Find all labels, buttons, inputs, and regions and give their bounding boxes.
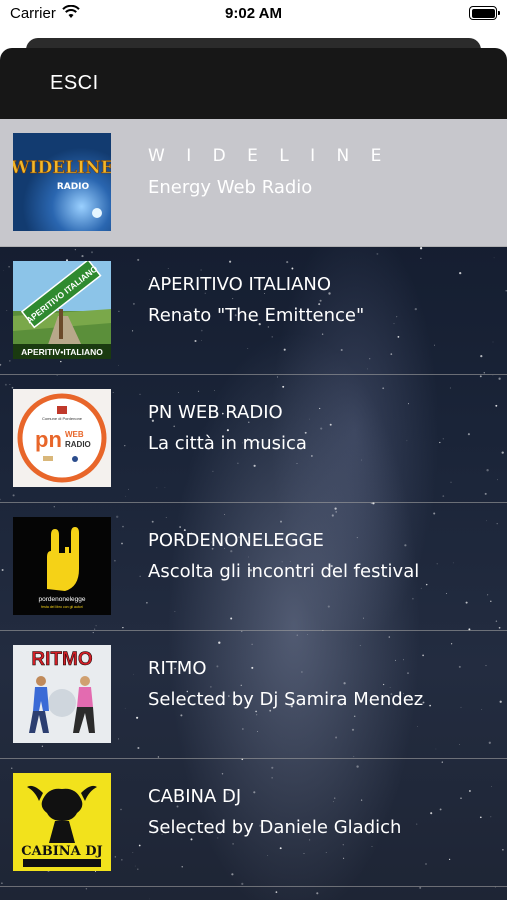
svg-text:Comune di Pordenone: Comune di Pordenone	[42, 416, 83, 421]
svg-text:WIDELINE: WIDELINE	[13, 158, 111, 178]
station-row-aperitivo-italiano[interactable]: APERITIVO ITALIANO APERITIV•ITALIANO APE…	[0, 247, 507, 375]
station-row-ritmo[interactable]: RITMO RITMO Selected by Dj Samira Mendez	[0, 631, 507, 759]
svg-text:pn: pn	[35, 427, 62, 452]
station-title: APERITIVO ITALIANO	[148, 274, 332, 295]
station-subtitle: La città in musica	[148, 433, 307, 454]
station-row-pordenonelegge[interactable]: pordenonelegge festa del libro con gli a…	[0, 503, 507, 631]
svg-text:APERITIV•ITALIANO: APERITIV•ITALIANO	[21, 347, 103, 357]
navigation-bar: ESCI	[0, 48, 507, 119]
exit-button[interactable]: ESCI	[50, 72, 99, 95]
battery-icon	[469, 6, 500, 20]
station-title: RITMO	[148, 658, 207, 679]
ritmo-logo: RITMO	[13, 645, 111, 743]
pn-web-radio-logo: Comune di Pordenone pn WEB RADIO	[13, 389, 111, 487]
station-title: PN WEB RADIO	[148, 402, 283, 423]
svg-text:RITMO: RITMO	[31, 649, 92, 670]
svg-text:RADIO: RADIO	[65, 440, 91, 449]
station-list[interactable]: WIDELINE RADIO W I D E L I N E Energy We…	[0, 119, 507, 900]
station-title: W I D E L I N E	[148, 146, 390, 166]
pordenonelegge-logo: pordenonelegge festa del libro con gli a…	[13, 517, 111, 615]
svg-text:RADIO: RADIO	[57, 182, 90, 192]
svg-text:pordenonelegge: pordenonelegge	[39, 596, 86, 603]
svg-text:CABINA DJ: CABINA DJ	[21, 844, 102, 859]
station-title: CABINA DJ	[148, 786, 242, 807]
svg-text:festa del libro con gli autori: festa del libro con gli autori	[41, 605, 83, 609]
station-subtitle: Energy Web Radio	[148, 177, 313, 198]
station-row-wideline[interactable]: WIDELINE RADIO W I D E L I N E Energy We…	[0, 119, 507, 247]
station-row-cabina-dj[interactable]: CABINA DJ CABINA DJ Selected by Daniele …	[0, 759, 507, 887]
station-subtitle: Selected by Daniele Gladich	[148, 817, 402, 838]
station-subtitle: Ascolta gli incontri del festival	[148, 561, 420, 582]
cabina-dj-logo: CABINA DJ	[13, 773, 111, 871]
svg-text:WEB: WEB	[65, 430, 84, 439]
status-bar: Carrier 9:02 AM	[0, 0, 507, 30]
wideline-logo: WIDELINE RADIO	[13, 133, 111, 231]
station-row-pn-web-radio[interactable]: Comune di Pordenone pn WEB RADIO PN WEB …	[0, 375, 507, 503]
station-title: PORDENONELEGGE	[148, 530, 324, 551]
aperitivo-italiano-logo: APERITIVO ITALIANO APERITIV•ITALIANO	[13, 261, 111, 359]
clock: 9:02 AM	[225, 5, 282, 22]
station-subtitle: Renato "The Emittence"	[148, 305, 365, 326]
station-subtitle: Selected by Dj Samira Mendez	[148, 689, 424, 710]
